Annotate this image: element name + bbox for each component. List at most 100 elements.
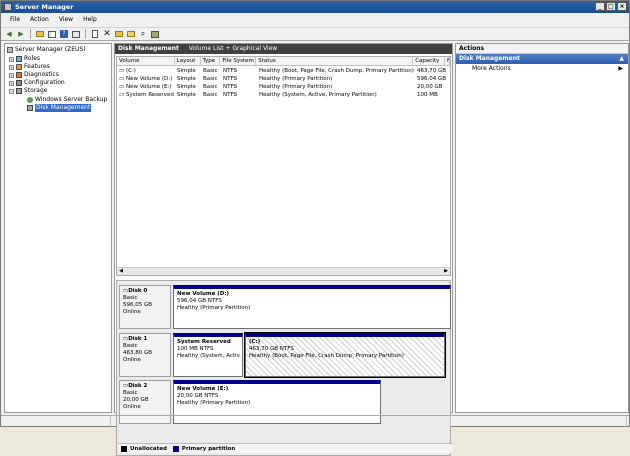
tree-label: Roles [24,55,41,62]
properties-icon[interactable] [71,29,81,39]
tree-item-windows-server-backup[interactable]: Windows Server Backup [27,96,107,104]
volume-row[interactable]: ▭ System Reserved Simple Basic NTFS Heal… [117,91,450,99]
disk-type: Basic [123,343,138,349]
back-icon[interactable]: ◀ [4,29,14,39]
scroll-left-icon[interactable]: ◀ [117,268,125,275]
expand-icon[interactable]: + [9,80,14,86]
cell-fs: NTFS [223,68,238,74]
volume-row[interactable]: ▭ New Volume (E:) Simple Basic NTFS Heal… [117,83,450,91]
status-segment [451,416,627,427]
column-free[interactable]: F [445,57,451,65]
tree-label: Server Manager (ZEUS) [15,46,86,53]
partition-status: Healthy (Boot, Page File, Crash Dump, Pr… [249,353,404,359]
menu-bar: File Action View Help [1,14,629,26]
partition-c[interactable]: (C:) 463,70 GB NTFS Healthy (Boot, Page … [244,332,446,378]
cell-layout: Simple [177,68,196,74]
cell-layout: Simple [177,76,196,82]
disk-size: 596,05 GB [123,302,153,308]
expand-icon[interactable]: + [9,56,14,62]
collapse-arrow-icon[interactable]: ▲ [619,54,624,64]
more-actions-item[interactable]: More Actions ▶ [456,64,628,74]
volume-row[interactable]: ▭ New Volume (D:) Simple Basic NTFS Heal… [117,75,450,83]
menu-view[interactable]: View [54,14,78,26]
cell-status: Healthy (Primary Partition) [259,76,333,82]
partition-size: 596,04 GB NTFS [177,298,222,304]
console-tree: Server Manager (ZEUS) + Roles + Features… [4,43,112,413]
close-button[interactable]: × [617,2,627,11]
tree-item-disk-management[interactable]: Disk Management [27,104,92,112]
menu-help[interactable]: Help [78,14,102,26]
disk-management-icon [27,105,33,111]
collapse-icon[interactable]: − [9,88,14,94]
actions-section-disk-management[interactable]: Disk Management ▲ [456,54,628,64]
cell-fs: NTFS [223,76,238,82]
disk-name: ▭Disk 1 [123,336,148,342]
diagnostics-icon [16,72,22,78]
disk-0-label[interactable]: ▭Disk 0 Basic 596,05 GB Online [119,285,171,329]
disk-management-pane: Disk Management Volume List + Graphical … [114,43,453,456]
volume-row[interactable]: ▭ (C:) Simple Basic NTFS Healthy (Boot, … [117,67,450,75]
maximize-button[interactable]: □ [606,2,616,11]
menu-action[interactable]: Action [25,14,54,26]
help-icon[interactable]: ? [59,29,69,39]
storage-icon [16,88,22,94]
cell-layout: Simple [177,92,196,98]
tree-item-server-manager[interactable]: Server Manager (ZEUS) [7,46,86,54]
partition-status: Healthy (Primary Partition) [177,400,251,406]
status-segment [1,416,111,427]
menu-file[interactable]: File [5,14,25,26]
legend: Unallocated Primary partition [118,443,453,453]
volume-list-header: Volume Layout Type File System Status Ca… [117,57,451,66]
legend-primary: Primary partition [181,445,236,452]
disk-state: Online [123,404,141,410]
column-type[interactable]: Type [201,57,221,65]
toolbar-separator [30,29,31,39]
tree-item-features[interactable]: + Features [9,63,50,71]
search-icon[interactable]: ⌕ [138,29,148,39]
disk-size: 463,80 GB [123,350,153,356]
disk-icon[interactable] [150,29,160,39]
tree-label: Disk Management [35,104,92,112]
tree-item-configuration[interactable]: + Configuration [9,79,65,87]
tree-item-diagnostics[interactable]: + Diagnostics [9,71,59,79]
open-folder-icon[interactable] [126,29,136,39]
partition-size: 463,70 GB NTFS [249,346,294,352]
scroll-right-icon[interactable]: ▶ [442,268,450,275]
expand-icon[interactable]: + [9,72,14,78]
tree-label: Diagnostics [24,71,59,78]
cell-capacity: 596,04 GB [417,76,447,82]
partition-system-reserved[interactable]: System Reserved 100 MB NTFS Healthy (Sys… [173,333,243,377]
cell-fs: NTFS [223,92,238,98]
features-icon [16,64,22,70]
column-volume[interactable]: Volume [117,57,175,65]
delete-icon[interactable]: ✕ [102,29,112,39]
partition-status: Healthy (Primary Partition) [177,305,251,311]
cell-volume: ▭ New Volume (D:) [119,76,173,82]
server-manager-window: Server Manager _ □ × File Action View He… [0,0,630,456]
export-icon[interactable] [114,29,124,39]
column-file-system[interactable]: File System [220,57,257,65]
tree-item-roles[interactable]: + Roles [9,55,40,63]
up-folder-icon[interactable] [35,29,45,39]
disk-type: Basic [123,390,138,396]
disk-state: Online [123,309,141,315]
legend-unallocated: Unallocated [130,445,167,452]
configuration-icon [16,80,22,86]
show-hide-tree-icon[interactable] [47,29,57,39]
disk-1-label[interactable]: ▭Disk 1 Basic 463,80 GB Online [119,333,171,377]
forward-icon[interactable]: ▶ [16,29,26,39]
partition-d[interactable]: New Volume (D:) 596,04 GB NTFS Healthy (… [173,285,451,329]
cell-status: Healthy (Boot, Page File, Crash Dump, Pr… [259,68,414,74]
cell-volume: ▭ (C:) [119,68,136,74]
column-layout[interactable]: Layout [175,57,201,65]
column-capacity[interactable]: Capacity [413,57,446,65]
expand-icon[interactable]: + [9,64,14,70]
minimize-button[interactable]: _ [595,2,605,11]
primary-swatch [172,445,179,452]
window-title: Server Manager [15,3,74,11]
refresh-doc-icon[interactable] [90,29,100,39]
title-bar: Server Manager _ □ × [1,1,629,13]
horizontal-scrollbar[interactable]: ◀ ▶ [117,267,450,275]
column-status[interactable]: Status [256,57,414,65]
tree-item-storage[interactable]: − Storage [9,87,47,95]
